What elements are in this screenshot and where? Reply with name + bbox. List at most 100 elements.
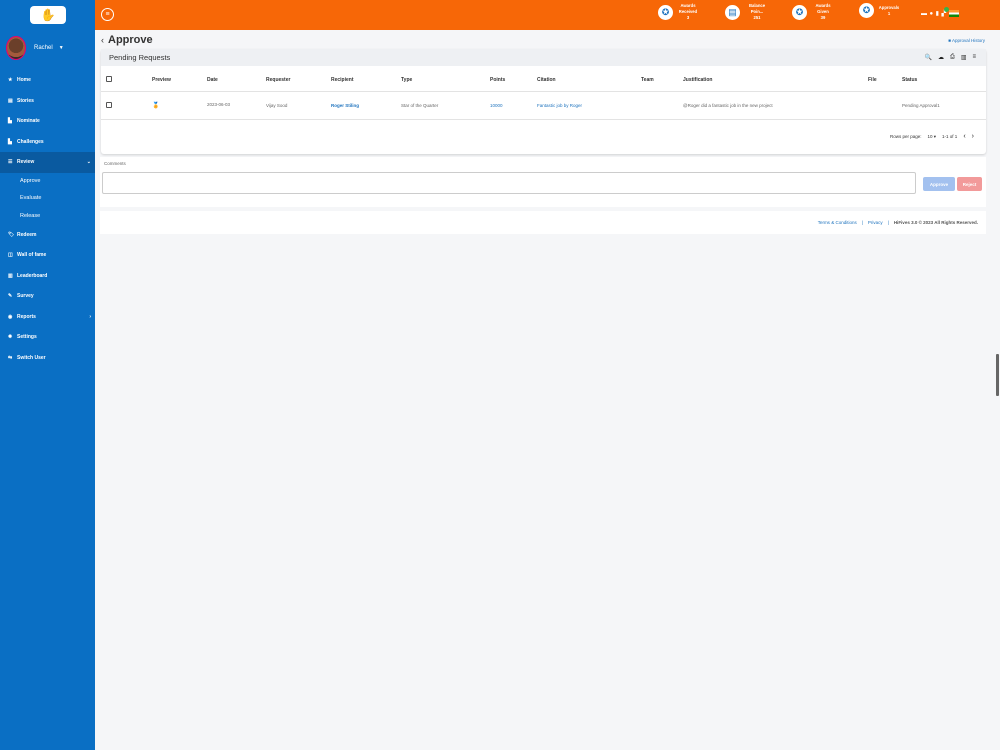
column-header[interactable]: Citation — [537, 69, 641, 92]
sidebar-item-home[interactable]: ★ Home — [0, 70, 95, 91]
sidebar-item-label: Challenges — [17, 138, 44, 145]
terms-link[interactable]: Terms & Conditions — [818, 220, 857, 225]
sidebar-item-label: Wall of fame — [17, 252, 47, 259]
sidebar-subitem-approve[interactable]: Approve — [0, 173, 95, 190]
sidebar-subitem-evaluate[interactable]: Evaluate — [0, 190, 95, 207]
star-icon: ★ — [8, 77, 13, 84]
notification-icon[interactable]: ▮ — [936, 11, 939, 17]
stat-value: 3 — [686, 15, 690, 20]
comments-input[interactable] — [102, 172, 916, 194]
sidebar-item-review[interactable]: ☰ Review ⌄ — [0, 152, 95, 173]
india-flag-icon[interactable] — [948, 10, 959, 17]
frame-icon: ◫ — [8, 252, 13, 259]
column-header[interactable]: Team — [641, 69, 683, 92]
recipient-link[interactable]: Roger Stiling — [331, 91, 401, 120]
user-name: Rachel — [34, 45, 53, 51]
sidebar-item-leaderboard[interactable]: ▥ Leaderboard — [0, 265, 95, 286]
sidebar-item-nominate[interactable]: ▙ Nominate — [0, 111, 95, 132]
sidebar-item-label: Survey — [17, 293, 34, 300]
column-header[interactable]: Justification — [683, 69, 868, 92]
requester-cell: Vijay Sood — [266, 91, 331, 120]
review-icon: ☰ — [8, 159, 13, 166]
copyright-text: HiFives 3.0 © 2023 All Rights Reserved. — [893, 220, 978, 225]
reject-button[interactable]: Reject — [957, 177, 982, 191]
nominate-icon: ▙ — [8, 118, 12, 125]
justification-cell: @Roger did a fantastic job in the new pr… — [683, 91, 868, 120]
stat-value: 251 — [753, 15, 761, 20]
column-header[interactable]: File — [868, 69, 902, 92]
privacy-link[interactable]: Privacy — [868, 220, 883, 225]
pending-requests-card: Pending Requests 🔍 ☁ ⎙ ▥ ≡ Preview Date … — [101, 49, 986, 154]
cart-badge — [944, 6, 950, 12]
column-header[interactable]: Status — [902, 69, 986, 92]
prev-page-icon[interactable]: ‹ — [963, 133, 965, 140]
approval-history-link[interactable]: ■ Approval History — [948, 38, 985, 43]
rows-per-page-select[interactable]: 10 ▾ — [928, 134, 937, 140]
file-cell — [868, 91, 902, 120]
help-icon[interactable]: ● — [930, 11, 934, 17]
row-checkbox[interactable] — [106, 101, 112, 108]
stat-label: Balance Poin... — [748, 3, 766, 14]
menu-toggle-icon[interactable]: ≡ — [101, 8, 114, 21]
footer-separator: | — [887, 220, 889, 225]
sidebar-item-label: Settings — [17, 334, 37, 341]
stat-balance-points[interactable]: ▤ Balance Poin... 251 — [725, 3, 770, 21]
page-range: 1-1 of 1 — [942, 134, 958, 139]
sidebar-item-challenges[interactable]: ▙ Challenges — [0, 132, 95, 153]
user-menu[interactable]: Rachel ▼ — [6, 36, 64, 60]
sidebar-item-switch-user[interactable]: ⇆ Switch User — [0, 347, 95, 368]
column-header[interactable]: Points — [490, 69, 537, 92]
sidebar-item-label: Home — [17, 77, 31, 84]
sidebar-subitem-release[interactable]: Release — [0, 207, 95, 224]
select-all-cell — [101, 69, 152, 92]
app-logo[interactable]: ✋ — [30, 6, 66, 24]
sidebar-item-wall-of-fame[interactable]: ◫ Wall of fame — [0, 245, 95, 266]
column-header[interactable]: Requester — [266, 69, 331, 92]
sidebar-item-label: Review — [17, 159, 35, 166]
award-badge-icon: ✪ — [792, 4, 807, 20]
reports-icon: ◉ — [8, 313, 13, 320]
columns-icon[interactable]: ▥ — [961, 54, 967, 61]
stat-approvals[interactable]: ✪ Approvals 1 — [859, 3, 900, 18]
column-header[interactable]: Recipient — [331, 69, 401, 92]
award-badge-icon: ✪ — [658, 4, 673, 20]
sidebar-item-survey[interactable]: ✎ Survey — [0, 286, 95, 307]
sidebar-item-reports[interactable]: ◉ Reports › — [0, 306, 95, 327]
select-all-checkbox[interactable] — [106, 75, 112, 82]
stat-value: 39 — [820, 15, 826, 20]
stat-label: Awards Received — [678, 3, 698, 14]
comments-label: Comments — [104, 161, 126, 166]
sidebar: ✋ Rachel ▼ ★ Home ▤ Stories ▙ Nominate ▙ Cha… — [0, 0, 95, 750]
challenges-icon: ▙ — [8, 138, 12, 145]
switch-user-icon: ⇆ — [8, 354, 13, 361]
sidebar-item-settings[interactable]: ✹ Settings — [0, 327, 95, 348]
download-icon[interactable]: ☁ — [938, 54, 944, 61]
column-header[interactable]: Date — [207, 69, 266, 92]
sidebar-item-label: Leaderboard — [17, 272, 48, 279]
column-header[interactable]: Preview — [152, 69, 207, 92]
rows-per-page-label: Rows per page: — [889, 134, 922, 139]
caret-down-icon: ▼ — [58, 45, 64, 51]
search-icon[interactable]: 🔍 — [925, 54, 932, 61]
status-cell: Pending Approval1 — [902, 91, 986, 120]
chat-icon[interactable]: ▬ — [921, 11, 927, 17]
requests-table: Preview Date Requester Recipient Type Po… — [101, 69, 986, 120]
column-header[interactable]: Type — [401, 69, 490, 92]
approval-history-label: Approval History — [951, 38, 985, 43]
cart-icon[interactable]: ▞ — [941, 6, 950, 17]
print-icon[interactable]: ⎙ — [950, 54, 955, 61]
scrollbar-thumb[interactable] — [996, 354, 999, 396]
stat-awards-received[interactable]: ✪ Awards Received 3 — [658, 3, 699, 21]
next-page-icon[interactable]: › — [972, 133, 974, 140]
back-arrow-icon[interactable]: ‹ — [101, 35, 104, 45]
sidebar-item-redeem[interactable]: 🏷 Redeem — [0, 224, 95, 245]
table-row[interactable]: 🏅 2023-06-03 Vijay Sood Roger Stiling St… — [101, 91, 986, 120]
preview-cell[interactable]: 🏅 — [152, 91, 207, 120]
top-bar: ≡ ✪ Awards Received 3 ▤ Balance Poin... 25… — [95, 0, 1000, 30]
approve-button[interactable]: Approve — [923, 177, 955, 191]
footer-separator: | — [861, 220, 863, 225]
type-cell: Star of the Quarter — [401, 91, 490, 120]
stat-awards-given[interactable]: ✪ Awards Given 39 — [792, 3, 835, 21]
filter-icon[interactable]: ≡ — [972, 54, 976, 61]
sidebar-item-stories[interactable]: ▤ Stories — [0, 91, 95, 112]
